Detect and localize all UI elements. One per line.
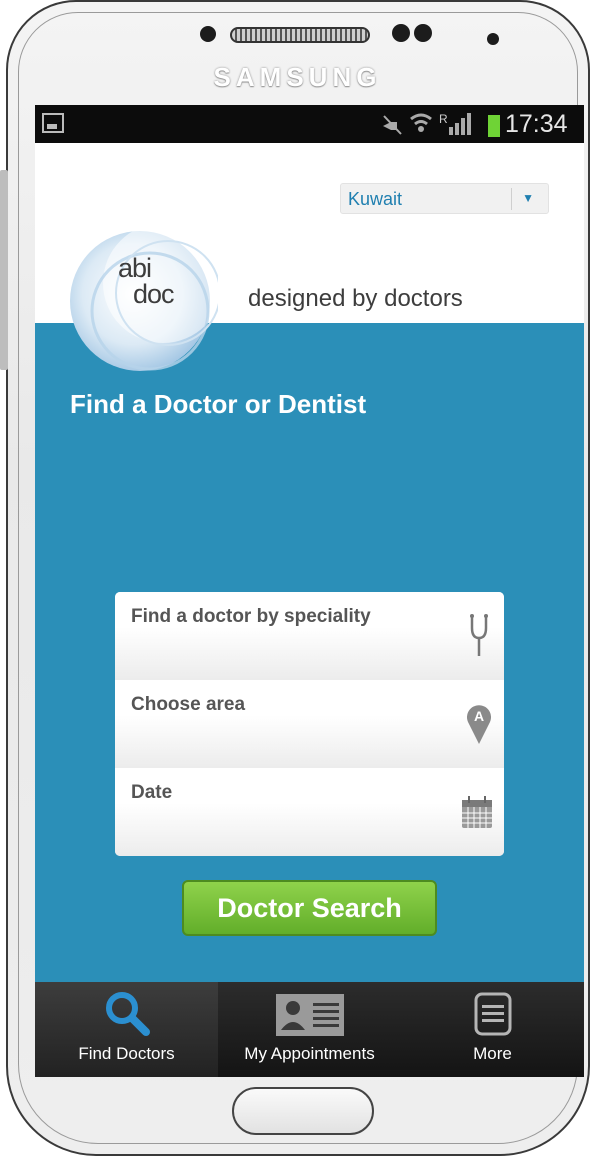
map-pin-icon: A bbox=[467, 705, 491, 744]
status-bar: R 17:34 bbox=[35, 105, 584, 143]
search-icon bbox=[105, 992, 150, 1036]
tagline: designed by doctors bbox=[248, 285, 463, 312]
status-icons: R bbox=[381, 111, 481, 143]
front-sensor-right bbox=[414, 24, 432, 42]
menu-icon bbox=[474, 992, 511, 1036]
area-field[interactable]: Choose area A bbox=[115, 680, 504, 768]
date-field[interactable]: Date bbox=[115, 768, 504, 856]
country-select[interactable]: Kuwait ▼ bbox=[340, 183, 549, 214]
logo-text-doc: doc bbox=[133, 279, 175, 309]
country-selected-value: Kuwait bbox=[348, 189, 403, 209]
calendar-icon bbox=[462, 796, 492, 828]
app-header: Kuwait ▼ abi doc designed by doctors bbox=[35, 143, 584, 371]
tab-my-appointments[interactable]: My Appointments bbox=[218, 982, 401, 1077]
doctor-search-button[interactable]: Doctor Search bbox=[182, 880, 437, 936]
tab-find-doctors-label: Find Doctors bbox=[78, 1044, 175, 1063]
dropdown-arrow-icon: ▼ bbox=[522, 191, 534, 205]
page-title: Find a Doctor or Dentist bbox=[70, 389, 367, 419]
status-time: 17:34 bbox=[505, 110, 568, 138]
date-label: Date bbox=[131, 782, 173, 803]
mute-wifi-signal-icon: R bbox=[383, 112, 471, 135]
side-volume-key bbox=[0, 170, 8, 370]
area-label: Choose area bbox=[131, 694, 246, 715]
front-sensor-left bbox=[392, 24, 410, 42]
front-camera bbox=[487, 33, 499, 45]
home-button[interactable] bbox=[232, 1087, 374, 1135]
device-brand: SAMSUNG bbox=[213, 62, 382, 92]
contact-card-icon bbox=[275, 994, 344, 1036]
proximity-sensor bbox=[200, 26, 216, 42]
tab-find-doctors[interactable]: Find Doctors bbox=[35, 982, 218, 1077]
bottom-tab-bar: Find Doctors My Appointments More bbox=[35, 982, 584, 1077]
tab-my-appointments-label: My Appointments bbox=[244, 1044, 375, 1063]
speciality-label: Find a doctor by speciality bbox=[131, 606, 371, 627]
earpiece-speaker bbox=[230, 27, 370, 43]
tab-more[interactable]: More bbox=[401, 982, 584, 1077]
svg-text:A: A bbox=[474, 708, 484, 724]
app-screen: R 17:34 Kuwait ▼ abi doc designed by doc… bbox=[35, 105, 584, 1077]
search-form: Find a doctor by speciality Choose area … bbox=[115, 592, 504, 856]
select-divider bbox=[511, 188, 512, 210]
battery-icon bbox=[488, 115, 500, 137]
tab-more-label: More bbox=[473, 1044, 512, 1063]
svg-text:R: R bbox=[439, 112, 448, 126]
stethoscope-icon bbox=[470, 614, 488, 656]
gallery-notification-icon bbox=[42, 113, 64, 133]
speciality-field[interactable]: Find a doctor by speciality bbox=[115, 592, 504, 680]
